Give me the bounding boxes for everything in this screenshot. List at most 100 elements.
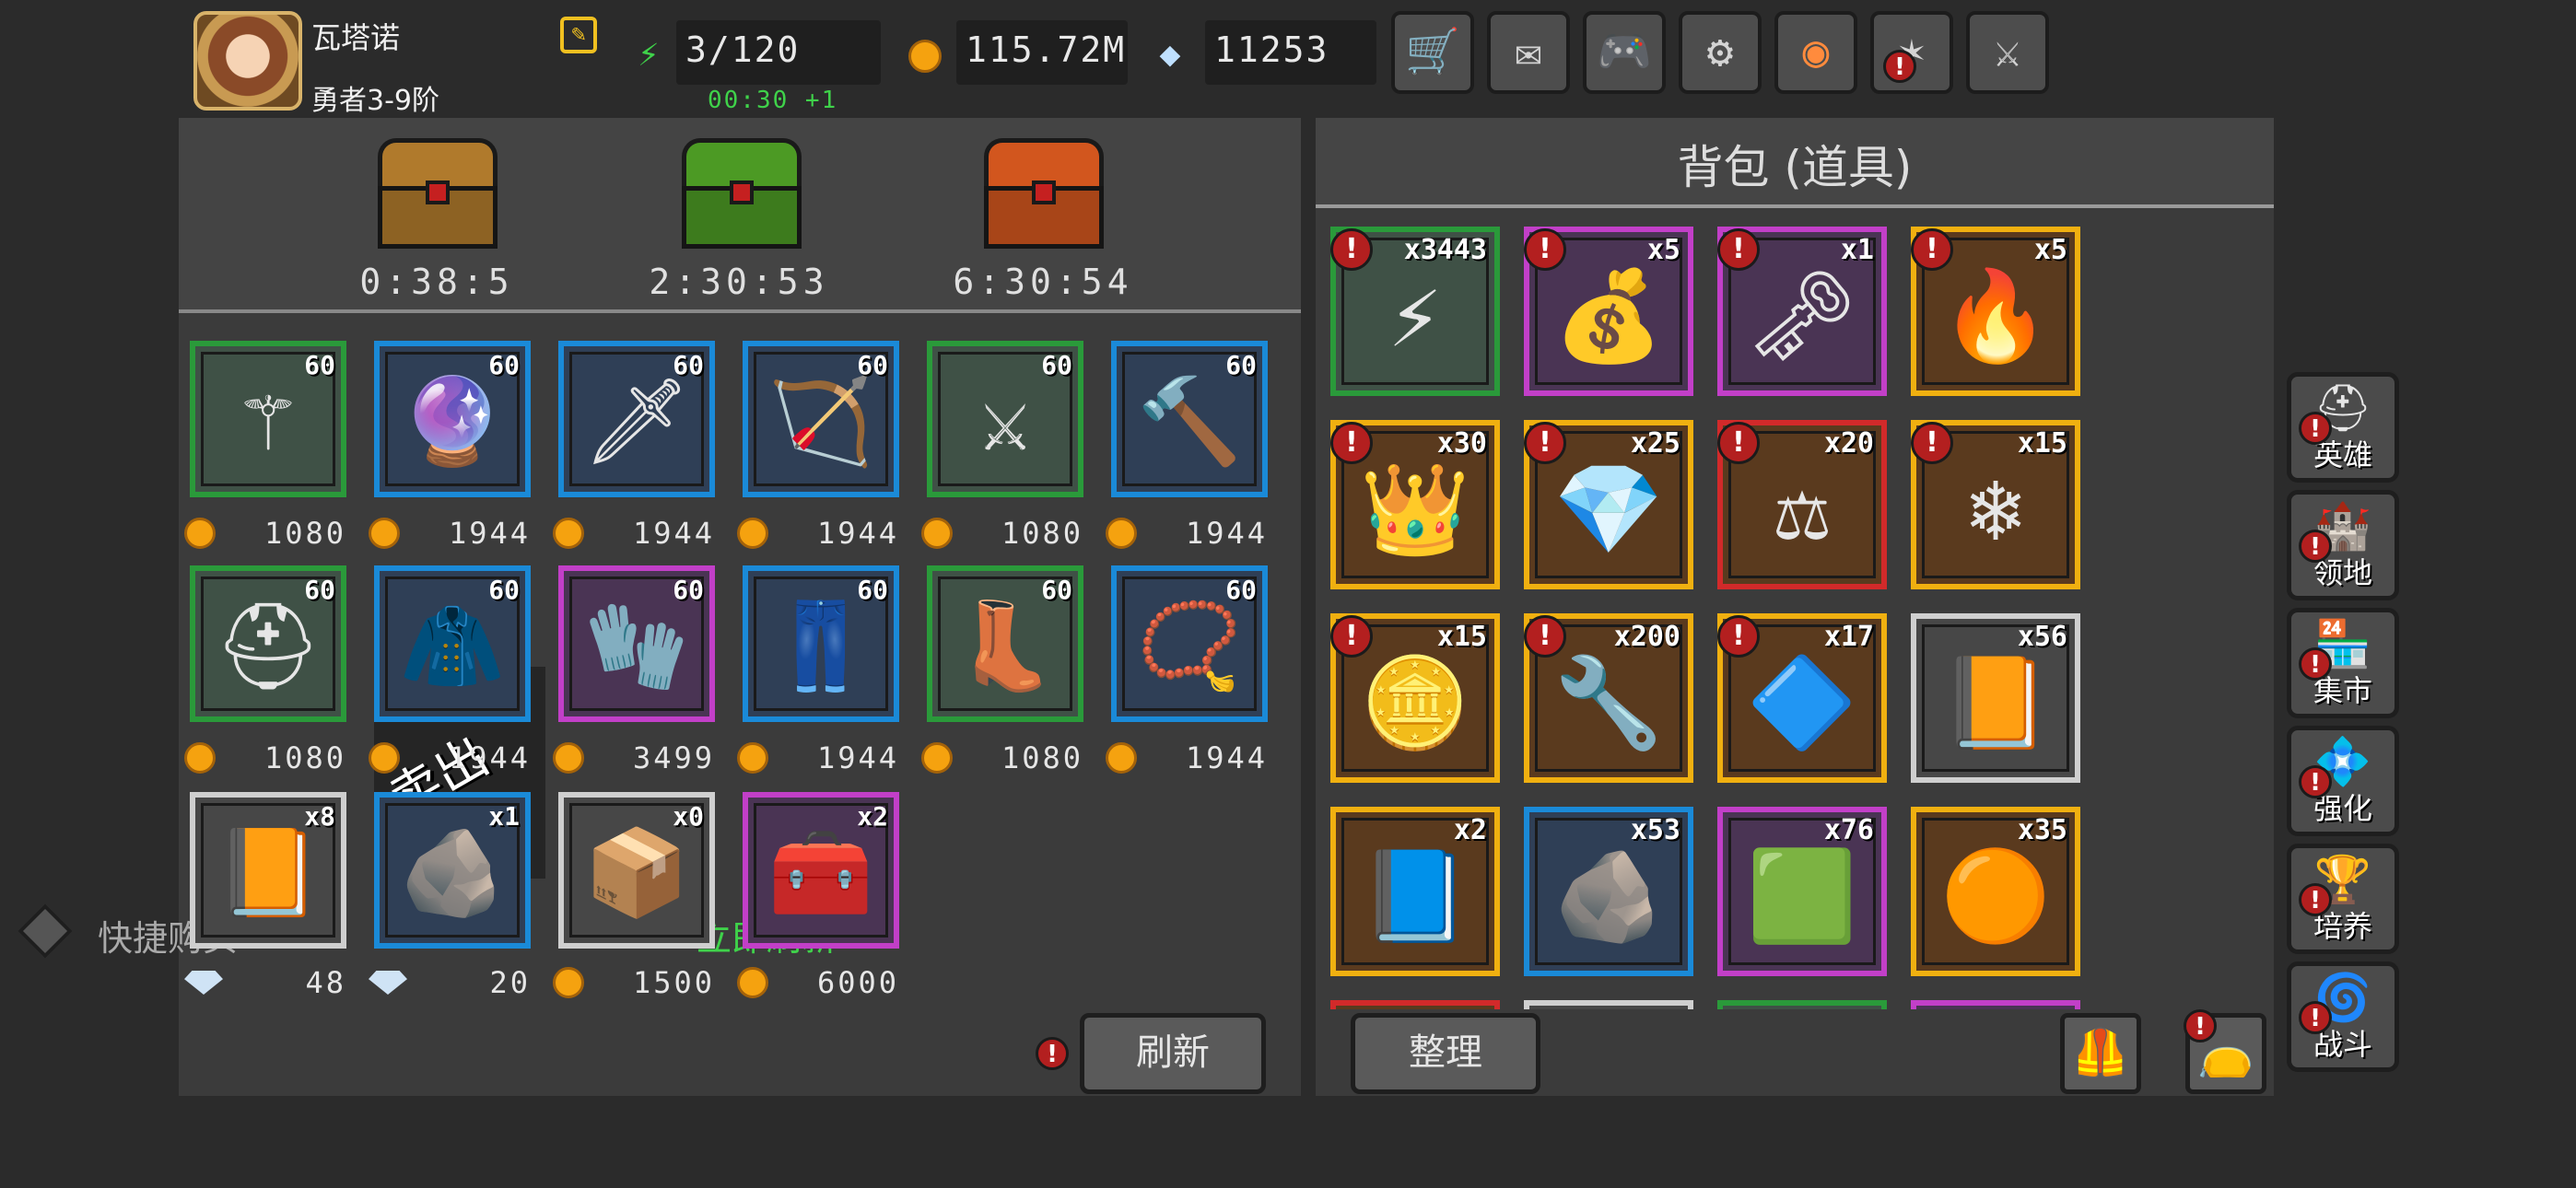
firework-icon[interactable]: ✶ [1870, 11, 1953, 94]
backpack-item-slot[interactable] [1524, 1000, 1693, 1009]
gold-coin-icon [1106, 518, 1137, 549]
item-level: 60 [1041, 575, 1072, 605]
backpack-header: 背包 (道具) [1316, 118, 2274, 208]
backpack-item-slot[interactable]: 🔥 x5! [1911, 227, 2080, 396]
backpack-grid[interactable]: ⚡ x3443! 💰 x5! 🗝 x1! 🔥 x5! 👑 x30! 💎 x25! ⚖ x20! ❄ x15! 🪙… [1316, 208, 2274, 1009]
backpack-item-slot[interactable]: 🔧 x200! [1524, 613, 1693, 783]
shop-item-slot[interactable]: ⛑ 60 [190, 565, 346, 722]
shop-item-slot[interactable]: 🔨 60 [1111, 341, 1268, 497]
loot-pile-icon: 🔧 [1553, 651, 1664, 754]
backpack-item-slot[interactable]: 💰 x5! [1524, 227, 1693, 396]
item-level: 60 [304, 575, 335, 605]
nav-alert-icon: ! [2299, 530, 2332, 563]
backpack-item-slot[interactable]: 🟠 x35 [1911, 807, 2080, 976]
shop-item-slot[interactable]: 👖 60 [743, 565, 899, 722]
item-price: 1944 [1106, 516, 1281, 553]
new-item-alert-icon: ! [1524, 228, 1566, 271]
nav-enhance[interactable]: 💠 强化! [2287, 726, 2399, 836]
gear-icon[interactable]: ⚙ [1679, 11, 1762, 94]
shop-item-slot[interactable]: 🧥 60 [374, 565, 531, 722]
edit-name-icon[interactable]: ✎ [560, 17, 597, 53]
shop-item-slot[interactable]: 👢 60 [927, 565, 1083, 722]
crossbow-icon: 🏹 [767, 372, 874, 471]
swords-icon[interactable]: ⚔ [1966, 11, 2049, 94]
shop-item-slot[interactable]: ⚚ 60 [190, 341, 346, 497]
shop-item-slot[interactable]: 🔮 60 [374, 341, 531, 497]
sort-button[interactable]: 整理 [1351, 1013, 1540, 1094]
player-name: 瓦塔诺 [311, 20, 401, 55]
price-value: 1944 [632, 516, 715, 551]
gold-value: 115.72M [966, 29, 1127, 70]
shop-item-slot[interactable]: 🏹 60 [743, 341, 899, 497]
item-price: 20 [369, 965, 544, 1002]
nav-chalice[interactable]: 🏆 培养! [2287, 844, 2399, 954]
item-price: 6000 [737, 965, 912, 1002]
backpack-item-slot[interactable] [1330, 1000, 1500, 1009]
backpack-item-slot[interactable]: 🟩 x76 [1717, 807, 1887, 976]
gold-counter: 115.72M [956, 20, 1128, 85]
loot-pile-icon: ⚖ [1775, 458, 1829, 561]
price-value: 1944 [448, 740, 531, 775]
backpack-item-slot[interactable]: 💎 x25! [1524, 420, 1693, 589]
boots-icon: 👢 [952, 597, 1059, 695]
loot-pile-icon: 🔥 [1940, 264, 2051, 367]
color-wheel-icon[interactable]: ◉ [1774, 11, 1857, 94]
shop-item-slot[interactable]: 📿 60 [1111, 565, 1268, 722]
treasure-chest-icon: 🧰 [767, 823, 874, 922]
backpack-item-slot[interactable]: 🗝 x1! [1717, 227, 1887, 396]
backpack-item-slot[interactable] [1911, 1000, 2080, 1009]
quick-buy-checkbox[interactable] [18, 903, 73, 959]
item-price: 48 [184, 965, 359, 1002]
shop-item-slot[interactable]: ⚔ 60 [927, 341, 1083, 497]
item-level: x1 [488, 801, 520, 832]
price-value: 1944 [1185, 516, 1268, 551]
nav-hero-helmet[interactable]: ⛑ 英雄! [2287, 372, 2399, 483]
item-level: 60 [857, 575, 888, 605]
tome-icon: 📘 [1360, 844, 1470, 948]
backpack-item-slot[interactable]: 📘 x2 [1330, 807, 1500, 976]
shop-item-slot[interactable]: 🧰 x2 [743, 792, 899, 949]
shop-item-slot[interactable]: 🧤 60 [558, 565, 715, 722]
chest-timer: 2:30:53 [649, 262, 829, 302]
loot-pile-icon: 🔷 [1747, 651, 1857, 754]
gold-coin-icon [921, 742, 953, 774]
nav-portal[interactable]: 🌀 战斗! [2287, 961, 2399, 1072]
backpack-item-slot[interactable]: 🪙 x15! [1330, 613, 1500, 783]
backpack-item-slot[interactable]: ❄ x15! [1911, 420, 2080, 589]
item-count: x3443 [1403, 234, 1487, 266]
nav-castle[interactable]: 🏰 领地! [2287, 490, 2399, 600]
nav-market[interactable]: 🏪 集市! [2287, 608, 2399, 718]
shop-item-slot[interactable]: 📙 x8 [190, 792, 346, 949]
refresh-button[interactable]: 刷新 [1080, 1013, 1266, 1094]
item-count: x2 [1453, 814, 1487, 846]
armor-filter-icon[interactable]: 🦺 [2060, 1013, 2141, 1094]
gold-coin-icon [737, 518, 768, 549]
player-avatar[interactable] [193, 11, 302, 111]
backpack-item-slot[interactable]: 📙 x56 [1911, 613, 2080, 783]
shop-item-slot[interactable]: 📦 x0 [558, 792, 715, 949]
new-item-alert-icon: ! [1524, 615, 1566, 658]
backpack-item-slot[interactable]: 🔷 x17! [1717, 613, 1887, 783]
mail-icon[interactable]: ✉ [1487, 11, 1570, 94]
backpack-item-slot[interactable]: 👑 x30! [1330, 420, 1500, 589]
shop-item-slot[interactable]: 🪨 x1 [374, 792, 531, 949]
amulet-icon: 📿 [1136, 597, 1243, 695]
item-price: 1944 [553, 516, 728, 553]
cloak-icon: 🧥 [399, 597, 506, 695]
nav-alert-icon: ! [2299, 765, 2332, 798]
backpack-item-slot[interactable]: 🪨 x53 [1524, 807, 1693, 976]
timed-chest[interactable] [975, 138, 1113, 252]
backpack-item-slot[interactable]: ⚡ x3443! [1330, 227, 1500, 396]
chest-lock-icon [1032, 181, 1056, 204]
timed-chest[interactable] [369, 138, 507, 252]
backpack-item-slot[interactable] [1717, 1000, 1887, 1009]
shop-item-slot[interactable]: 🗡 60 [558, 341, 715, 497]
gold-coin-icon [737, 967, 768, 998]
item-count: x200 [1613, 621, 1680, 653]
loot-pile-icon: 🗝 [1746, 264, 1858, 367]
item-count: x20 [1823, 427, 1874, 460]
backpack-item-slot[interactable]: ⚖ x20! [1717, 420, 1887, 589]
timed-chest[interactable] [673, 138, 811, 252]
gamepad-icon[interactable]: 🎮 [1583, 11, 1666, 94]
cart-icon[interactable]: 🛒 [1391, 11, 1474, 94]
